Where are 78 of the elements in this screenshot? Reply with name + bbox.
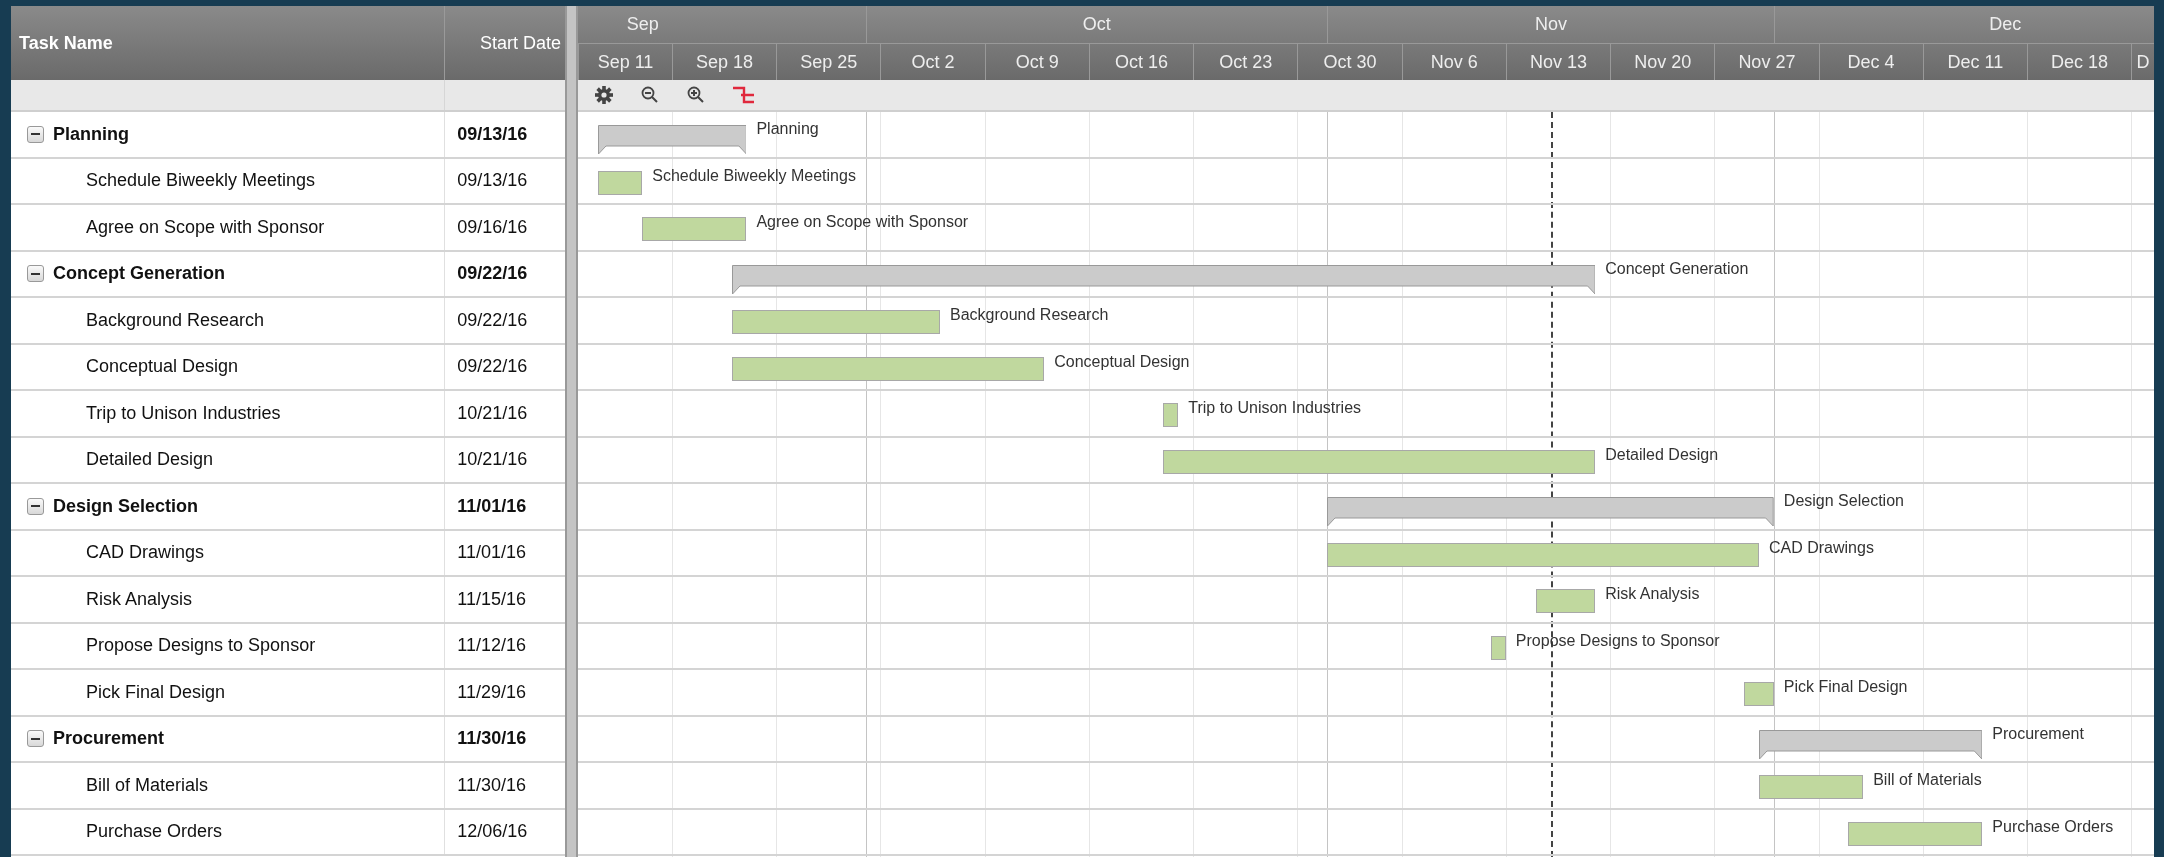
- bar-label: Planning: [756, 120, 819, 138]
- bar-label: Design Selection: [1783, 492, 1904, 510]
- task-name: Planning: [53, 123, 129, 145]
- month-label: Dec: [1773, 6, 2154, 43]
- start-date: 11/29/16: [457, 681, 526, 703]
- task-bar[interactable]: [1758, 775, 1864, 799]
- task-name: Bill of Materials: [86, 774, 209, 796]
- task-name: Procurement: [53, 728, 165, 750]
- start-date: 12/06/16: [457, 821, 528, 843]
- task-bar[interactable]: [731, 310, 940, 334]
- collapse-toggle[interactable]: [27, 730, 44, 748]
- bar-label: Concept Generation: [1605, 259, 1749, 278]
- task-name: Propose Designs to Sponsor: [86, 635, 316, 657]
- task-name: Conceptual Design: [86, 356, 239, 378]
- start-date: 09/22/16: [457, 309, 528, 331]
- task-name: Risk Analysis: [86, 588, 193, 610]
- task-bar[interactable]: [731, 356, 1045, 381]
- task-bar[interactable]: [642, 217, 747, 241]
- start-date: 09/13/16: [457, 123, 528, 145]
- settings-icon[interactable]: [594, 85, 614, 105]
- task-bar[interactable]: [1163, 449, 1596, 474]
- start-date: 11/15/16: [457, 588, 526, 610]
- bar-label: Risk Analysis: [1605, 585, 1700, 603]
- bar-label: Purchase Orders: [1992, 817, 2114, 836]
- task-name: Detailed Design: [86, 449, 214, 471]
- task-name: Design Selection: [53, 495, 199, 517]
- bar-label: Bill of Materials: [1873, 771, 1982, 789]
- task-name: Purchase Orders: [86, 821, 223, 843]
- summary-bar[interactable]: [1327, 497, 1774, 527]
- task-bar[interactable]: [1490, 635, 1506, 660]
- start-date: 11/12/16: [457, 635, 526, 657]
- task-name: Agree on Scope with Sponsor: [86, 216, 325, 238]
- summary-bar[interactable]: [1758, 729, 1983, 760]
- bar-label: Trip to Unison Industries: [1188, 399, 1362, 417]
- task-bar[interactable]: [1535, 589, 1596, 613]
- task-name: Schedule Biweekly Meetings: [86, 170, 316, 192]
- month-label: Oct: [865, 6, 1328, 43]
- bar-label: Propose Designs to Sponsor: [1515, 631, 1720, 650]
- task-bar[interactable]: [1848, 821, 1983, 846]
- start-date: 09/16/16: [457, 216, 528, 238]
- task-name: Background Research: [86, 309, 265, 331]
- column-header[interactable]: Start Date: [445, 6, 565, 80]
- task-bar[interactable]: [597, 170, 643, 195]
- summary-bar[interactable]: [731, 264, 1596, 295]
- start-date: 09/22/16: [457, 263, 528, 285]
- bar-label: Detailed Design: [1605, 445, 1719, 464]
- collapse-toggle[interactable]: [27, 125, 44, 143]
- task-name: Pick Final Design: [86, 681, 226, 703]
- task-bar[interactable]: [1163, 403, 1179, 427]
- start-date: 11/30/16: [457, 728, 527, 750]
- month-label: Sep: [578, 6, 866, 43]
- zoom-out-icon[interactable]: [640, 85, 660, 105]
- bar-label: Background Research: [950, 306, 1109, 324]
- bar-label: Agree on Scope with Sponsor: [756, 213, 969, 231]
- task-name: Trip to Unison Industries: [86, 402, 281, 424]
- start-date: 10/21/16: [457, 402, 528, 424]
- pane-splitter[interactable]: [565, 6, 578, 857]
- bar-label: Conceptual Design: [1054, 352, 1190, 371]
- bar-label: Procurement: [1992, 724, 2084, 743]
- bar-label: CAD Drawings: [1768, 538, 1874, 557]
- start-date: 09/13/16: [457, 170, 528, 192]
- task-name: Concept Generation: [53, 263, 226, 285]
- start-date: 11/01/16: [457, 495, 527, 517]
- task-name: CAD Drawings: [86, 542, 205, 564]
- collapse-toggle[interactable]: [27, 265, 44, 283]
- month-label: Nov: [1327, 6, 1774, 43]
- start-date: 11/30/16: [457, 774, 526, 796]
- start-date: 10/21/16: [457, 449, 528, 471]
- bar-label: Schedule Biweekly Meetings: [652, 166, 856, 185]
- collapse-toggle[interactable]: [27, 497, 44, 515]
- task-bar[interactable]: [1327, 542, 1759, 567]
- start-date: 11/01/16: [457, 542, 526, 564]
- critical-path-icon[interactable]: [732, 85, 756, 105]
- start-date: 09/22/16: [457, 356, 528, 378]
- zoom-in-icon[interactable]: [686, 85, 706, 105]
- summary-bar[interactable]: [597, 125, 747, 155]
- bar-label: Pick Final Design: [1783, 678, 1908, 696]
- task-bar[interactable]: [1744, 682, 1774, 706]
